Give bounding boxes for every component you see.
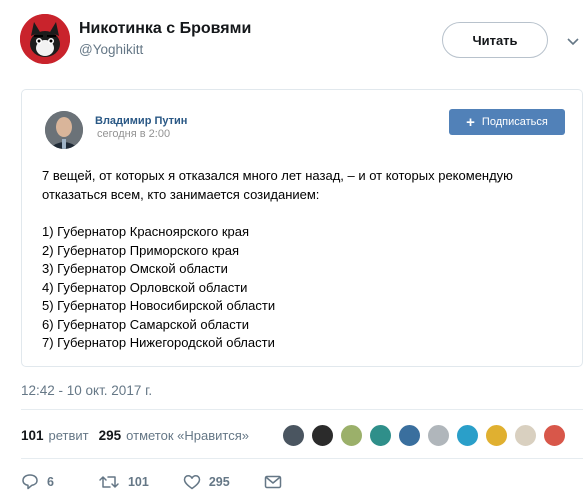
subscribe-button: + Подписаться xyxy=(449,109,565,135)
list-item: 2) Губернатор Приморского края xyxy=(42,242,240,258)
divider xyxy=(21,458,583,459)
tweet-timestamp[interactable]: 12:42 - 10 окт. 2017 г. xyxy=(21,383,152,398)
author-avatar[interactable] xyxy=(20,14,70,64)
reply-count: 6 xyxy=(47,474,54,489)
likes-count[interactable]: 295 xyxy=(99,428,122,443)
list-item: 6) Губернатор Самарской области xyxy=(42,316,249,332)
follow-button[interactable]: Читать xyxy=(442,22,548,58)
subscribe-label: Подписаться xyxy=(481,116,548,128)
poster-time: сегодня в 2:00 xyxy=(97,128,171,140)
list-item: 1) Губернатор Красноярского края xyxy=(42,224,250,239)
plus-icon: + xyxy=(466,113,475,131)
embedded-post-image[interactable]: Владимир Путин сегодня в 2:00 + Подписат… xyxy=(21,89,583,367)
liker-avatar[interactable] xyxy=(485,424,508,447)
list-item: 5) Губернатор Новосибирской области xyxy=(42,298,276,313)
list-item: 4) Губернатор Орловской области xyxy=(42,279,248,295)
author-handle[interactable]: @Yoghikitt xyxy=(79,42,143,57)
caret-down-icon[interactable] xyxy=(566,34,580,46)
message-icon[interactable] xyxy=(264,475,282,489)
list-item: 3) Губернатор Омской области xyxy=(42,261,228,276)
retweets-count[interactable]: 101 xyxy=(21,428,44,443)
retweet-count: 101 xyxy=(127,474,149,489)
author-name[interactable]: Никотинка с Бровями xyxy=(79,20,251,38)
tweet-actions: 6 101 295 xyxy=(21,473,282,490)
liker-avatar[interactable] xyxy=(282,424,305,447)
likes-label[interactable]: отметок «Нравится» xyxy=(126,428,249,443)
liker-avatar[interactable] xyxy=(311,424,334,447)
post-list: 1) Губернатор Красноярского края 2) Губе… xyxy=(42,223,275,353)
poster-avatar xyxy=(45,111,83,149)
liker-avatar[interactable] xyxy=(543,424,566,447)
heart-icon[interactable] xyxy=(183,474,201,490)
like-count: 295 xyxy=(208,474,230,489)
post-intro: 7 вещей, от которых я отказался много ле… xyxy=(42,168,513,202)
divider xyxy=(21,409,583,410)
liker-avatar[interactable] xyxy=(514,424,537,447)
list-item: 7) Губернатор Нижегородской области xyxy=(42,335,275,350)
message-action[interactable] xyxy=(264,475,282,489)
liker-avatar[interactable] xyxy=(456,424,479,447)
reply-action[interactable]: 6 xyxy=(21,473,54,490)
retweet-icon[interactable] xyxy=(98,474,120,490)
liker-avatar[interactable] xyxy=(340,424,363,447)
like-action[interactable]: 295 xyxy=(183,474,230,490)
retweet-action[interactable]: 101 xyxy=(98,474,149,490)
liker-avatar[interactable] xyxy=(427,424,450,447)
retweets-label[interactable]: ретвит xyxy=(49,428,89,443)
reply-icon[interactable] xyxy=(21,473,39,490)
liker-avatar[interactable] xyxy=(398,424,421,447)
likers-avatars xyxy=(282,424,572,447)
poster-name: Владимир Путин xyxy=(95,115,188,127)
tweet-stats: 101 ретвит 295 отметок «Нравится» xyxy=(21,428,249,443)
liker-avatar[interactable] xyxy=(369,424,392,447)
